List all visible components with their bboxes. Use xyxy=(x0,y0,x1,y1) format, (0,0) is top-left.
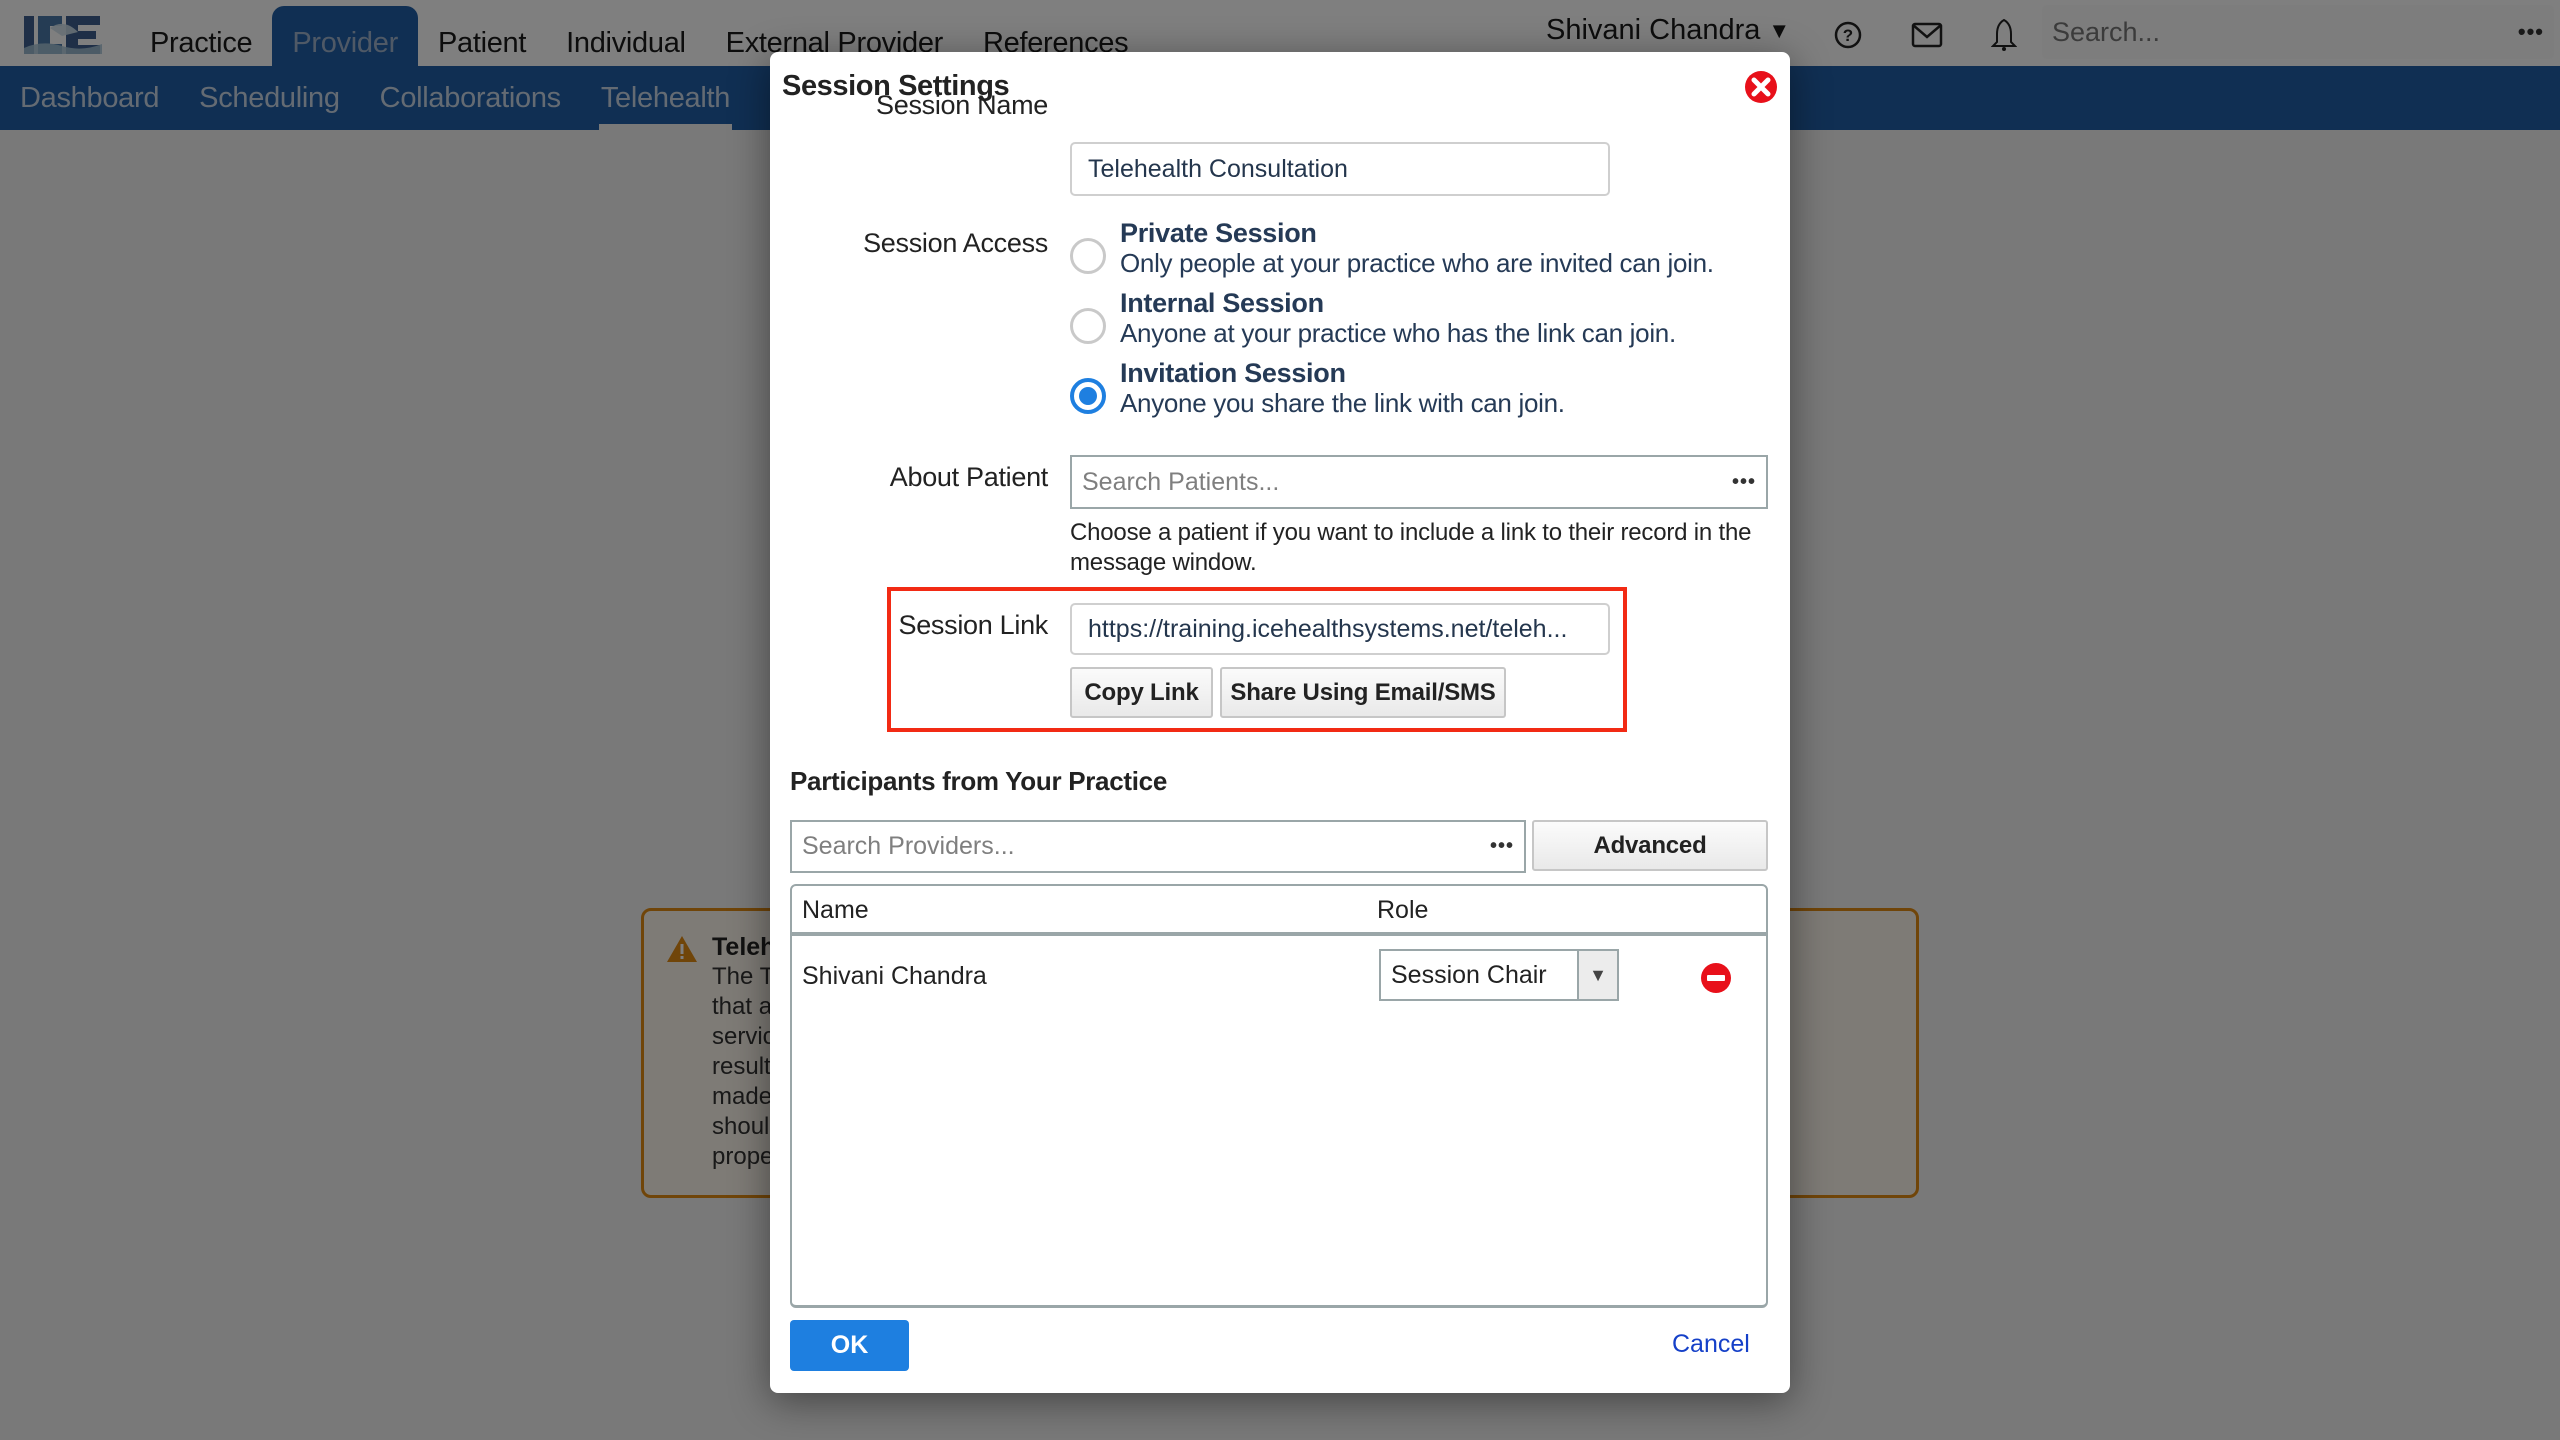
ok-button[interactable]: OK xyxy=(790,1320,909,1371)
radio-title: Private Session xyxy=(1120,218,1317,248)
about-patient-helper: Choose a patient if you want to include … xyxy=(1070,519,1752,576)
copy-link-button[interactable]: Copy Link xyxy=(1070,667,1213,718)
provider-search-field: ••• xyxy=(790,820,1526,873)
radio-private-session[interactable]: Private Session Only people at your prac… xyxy=(1070,218,1714,278)
radio-description: Only people at your practice who are inv… xyxy=(1120,248,1714,278)
chevron-down-icon[interactable]: ▼ xyxy=(1577,951,1617,999)
more-options-icon[interactable]: ••• xyxy=(1490,835,1514,858)
participants-table: Name Role Shivani Chandra Session Chair … xyxy=(790,884,1768,1308)
radio-button[interactable] xyxy=(1070,308,1106,344)
patient-search-input[interactable] xyxy=(1082,467,1732,497)
table-header: Name Role xyxy=(792,886,1766,936)
patient-search-field: ••• xyxy=(1070,455,1768,509)
role-select[interactable]: Session Chair ▼ xyxy=(1379,949,1619,1001)
radio-description: Anyone you share the link with can join. xyxy=(1120,388,1565,418)
close-icon[interactable] xyxy=(1744,70,1778,104)
role-select-value: Session Chair xyxy=(1391,960,1547,989)
radio-invitation-session[interactable]: Invitation Session Anyone you share the … xyxy=(1070,358,1565,418)
column-header-role: Role xyxy=(1377,896,1429,924)
radio-description: Anyone at your practice who has the link… xyxy=(1120,318,1676,348)
session-link-input[interactable] xyxy=(1070,603,1610,655)
session-settings-dialog: Session Settings Session Name Session Ac… xyxy=(770,52,1790,1393)
radio-title: Internal Session xyxy=(1120,288,1324,318)
radio-button[interactable] xyxy=(1070,238,1106,274)
participant-name: Shivani Chandra xyxy=(802,962,987,990)
cancel-link[interactable]: Cancel xyxy=(1672,1330,1750,1359)
about-patient-label: About Patient xyxy=(889,462,1049,492)
radio-button-checked[interactable] xyxy=(1070,378,1106,414)
table-row: Shivani Chandra Session Chair ▼ xyxy=(792,940,1766,1016)
session-access-label: Session Access xyxy=(863,228,1048,258)
session-link-label: Session Link xyxy=(898,610,1049,640)
column-header-name: Name xyxy=(802,896,869,924)
advanced-button[interactable]: Advanced xyxy=(1532,820,1768,871)
provider-search-input[interactable] xyxy=(802,832,1490,861)
session-name-input[interactable] xyxy=(1070,142,1610,196)
share-email-sms-button[interactable]: Share Using Email/SMS xyxy=(1220,667,1506,718)
remove-participant-icon[interactable] xyxy=(1700,962,1732,994)
more-options-icon[interactable]: ••• xyxy=(1732,471,1756,494)
session-name-label: Session Name xyxy=(876,90,1048,120)
radio-title: Invitation Session xyxy=(1120,358,1346,388)
radio-internal-session[interactable]: Internal Session Anyone at your practice… xyxy=(1070,288,1676,348)
participants-heading: Participants from Your Practice xyxy=(790,766,1167,796)
